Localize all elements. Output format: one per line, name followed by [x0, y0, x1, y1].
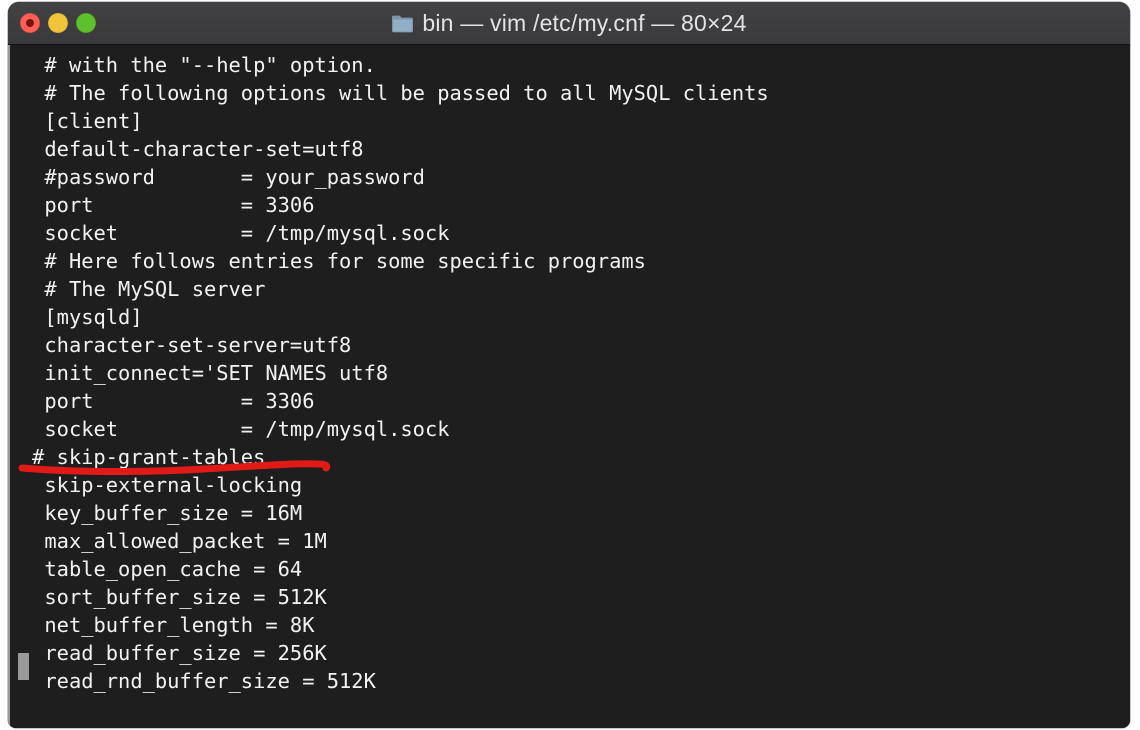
terminal-line: sort_buffer_size = 512K	[44, 585, 327, 609]
terminal-line: table_open_cache = 64	[44, 557, 303, 581]
close-button[interactable]	[20, 13, 40, 33]
terminal-line: port = 3306	[44, 193, 315, 217]
terminal-line: [client]	[44, 109, 143, 133]
terminal-window: bin — vim /etc/my.cnf — 80×24 # with the…	[8, 2, 1130, 728]
terminal-line: character-set-server=utf8	[44, 333, 352, 357]
terminal-line: # The following options will be passed t…	[44, 81, 769, 105]
terminal-line: socket = /tmp/mysql.sock	[44, 221, 450, 245]
terminal-line: net_buffer_length = 8K	[44, 613, 315, 637]
terminal-line: [mysqld]	[44, 305, 143, 329]
terminal-text: # with the "--help" option. # The followi…	[32, 51, 1130, 695]
maximize-button[interactable]	[76, 13, 96, 33]
minimize-button[interactable]	[48, 13, 68, 33]
terminal-line: socket = /tmp/mysql.sock	[44, 417, 450, 441]
terminal-line: skip-external-locking	[44, 473, 303, 497]
terminal-line: read_rnd_buffer_size = 512K	[44, 669, 376, 693]
block-cursor	[18, 653, 29, 680]
terminal-line: # with the "--help" option.	[44, 53, 376, 77]
terminal-line: read_buffer_size = 256K	[44, 641, 327, 665]
folder-icon	[391, 14, 414, 33]
terminal-line: init_connect='SET NAMES utf8	[44, 361, 389, 385]
window-title-area: bin — vim /etc/my.cnf — 80×24	[8, 2, 1130, 44]
terminal-line: max_allowed_packet = 1M	[44, 529, 327, 553]
screenshot-root: bin — vim /etc/my.cnf — 80×24 # with the…	[0, 0, 1140, 730]
terminal-line: #password = your_password	[44, 165, 425, 189]
terminal-body[interactable]: # with the "--help" option. # The followi…	[8, 45, 1130, 728]
window-title: bin — vim /etc/my.cnf — 80×24	[422, 9, 747, 36]
window-left-edge	[8, 45, 10, 728]
window-controls	[20, 13, 96, 33]
window-titlebar[interactable]: bin — vim /etc/my.cnf — 80×24	[8, 2, 1130, 45]
terminal-line: # The MySQL server	[44, 277, 266, 301]
terminal-line: key_buffer_size = 16M	[44, 501, 303, 525]
terminal-line: # skip-grant-tables	[32, 445, 266, 469]
terminal-line: port = 3306	[44, 389, 315, 413]
terminal-line: default-character-set=utf8	[44, 137, 364, 161]
terminal-line: # Here follows entries for some specific…	[44, 249, 646, 273]
